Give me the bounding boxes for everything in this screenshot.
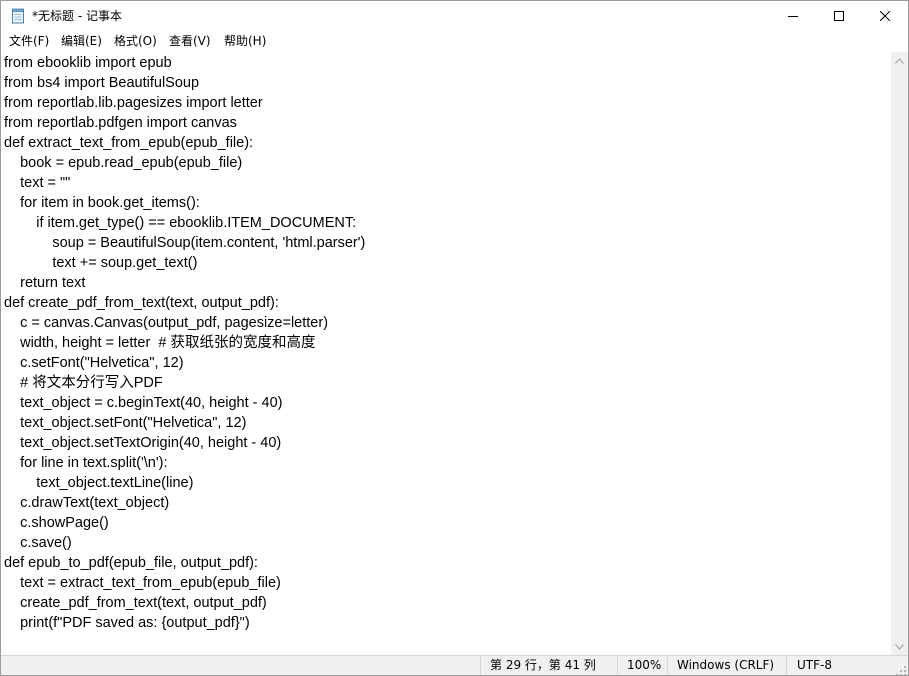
code-line: return text — [4, 275, 86, 291]
code-line: soup = BeautifulSoup(item.content, 'html… — [4, 235, 366, 251]
code-line: text = extract_text_from_epub(epub_file) — [4, 575, 281, 591]
menu-format[interactable]: 格式(O) — [112, 33, 159, 50]
close-button[interactable] — [862, 1, 908, 31]
minimize-button[interactable] — [770, 1, 816, 31]
code-line: from reportlab.pdfgen import canvas — [4, 115, 237, 131]
window-title: *无标题 - 记事本 — [32, 9, 122, 23]
code-line: from bs4 import BeautifulSoup — [4, 75, 200, 91]
code-line: def epub_to_pdf(epub_file, output_pdf): — [4, 555, 258, 571]
code-line: if item.get_type() == ebooklib.ITEM_DOCU… — [4, 215, 357, 231]
code-line: # 将文本分行写入PDF — [4, 375, 163, 391]
maximize-icon — [834, 11, 844, 21]
close-icon — [880, 11, 890, 21]
code-line: text_object.setTextOrigin(40, height - 4… — [4, 435, 282, 451]
code-line: text_object.setFont("Helvetica", 12) — [4, 415, 247, 431]
code-line: text_object.textLine(line) — [4, 475, 194, 491]
text-editor[interactable]: from ebooklib import epub from bs4 impor… — [1, 52, 891, 655]
status-divider — [786, 656, 787, 675]
menu-file[interactable]: 文件(F) — [7, 33, 51, 50]
code-line: text = "" — [4, 175, 71, 191]
zoom-level: 100% — [627, 658, 662, 672]
minimize-icon — [788, 16, 798, 17]
code-line: from reportlab.lib.pagesizes import lett… — [4, 95, 263, 111]
menu-edit[interactable]: 编辑(E) — [59, 33, 104, 50]
notepad-window: *无标题 - 记事本 文件(F) 编辑(E) 格式(O) 查看(V) 帮助(H)… — [0, 0, 909, 676]
scroll-down-arrow-icon[interactable] — [891, 638, 908, 655]
code-line: c.showPage() — [4, 515, 109, 531]
scroll-up-arrow-icon[interactable] — [891, 52, 908, 69]
menu-view[interactable]: 查看(V) — [167, 33, 213, 50]
code-line: def create_pdf_from_text(text, output_pd… — [4, 295, 279, 311]
code-line: book = epub.read_epub(epub_file) — [4, 155, 243, 171]
code-line: for item in book.get_items(): — [4, 195, 200, 211]
line-ending: Windows (CRLF) — [677, 658, 775, 672]
notepad-icon[interactable] — [10, 8, 26, 24]
code-line: c.setFont("Helvetica", 12) — [4, 355, 184, 371]
status-divider — [617, 656, 618, 675]
code-line: text_object = c.beginText(40, height - 4… — [4, 395, 283, 411]
menu-bar: 文件(F) 编辑(E) 格式(O) 查看(V) 帮助(H) — [1, 31, 908, 52]
code-line: text += soup.get_text() — [4, 255, 198, 271]
code-line: def extract_text_from_epub(epub_file): — [4, 135, 254, 151]
title-bar[interactable]: *无标题 - 记事本 — [1, 1, 908, 31]
code-line: width, height = letter # 获取纸张的宽度和高度 — [4, 335, 316, 351]
menu-help[interactable]: 帮助(H) — [222, 33, 268, 50]
code-line: c = canvas.Canvas(output_pdf, pagesize=l… — [4, 315, 329, 331]
cursor-position: 第 29 行，第 41 列 — [490, 658, 596, 672]
code-line: print(f"PDF saved as: {output_pdf}") — [4, 615, 250, 631]
resize-grip-icon[interactable] — [895, 662, 907, 675]
vertical-scrollbar[interactable] — [891, 52, 908, 655]
code-line: create_pdf_from_text(text, output_pdf) — [4, 595, 267, 611]
code-line: from ebooklib import epub — [4, 55, 172, 71]
status-divider — [667, 656, 668, 675]
code-line: for line in text.split('\n'): — [4, 455, 168, 471]
status-divider — [480, 656, 481, 675]
encoding: UTF-8 — [797, 658, 832, 672]
code-line: c.drawText(text_object) — [4, 495, 170, 511]
status-bar: 第 29 行，第 41 列 100% Windows (CRLF) UTF-8 — [1, 655, 908, 675]
code-line: c.save() — [4, 535, 72, 551]
maximize-button[interactable] — [816, 1, 862, 31]
